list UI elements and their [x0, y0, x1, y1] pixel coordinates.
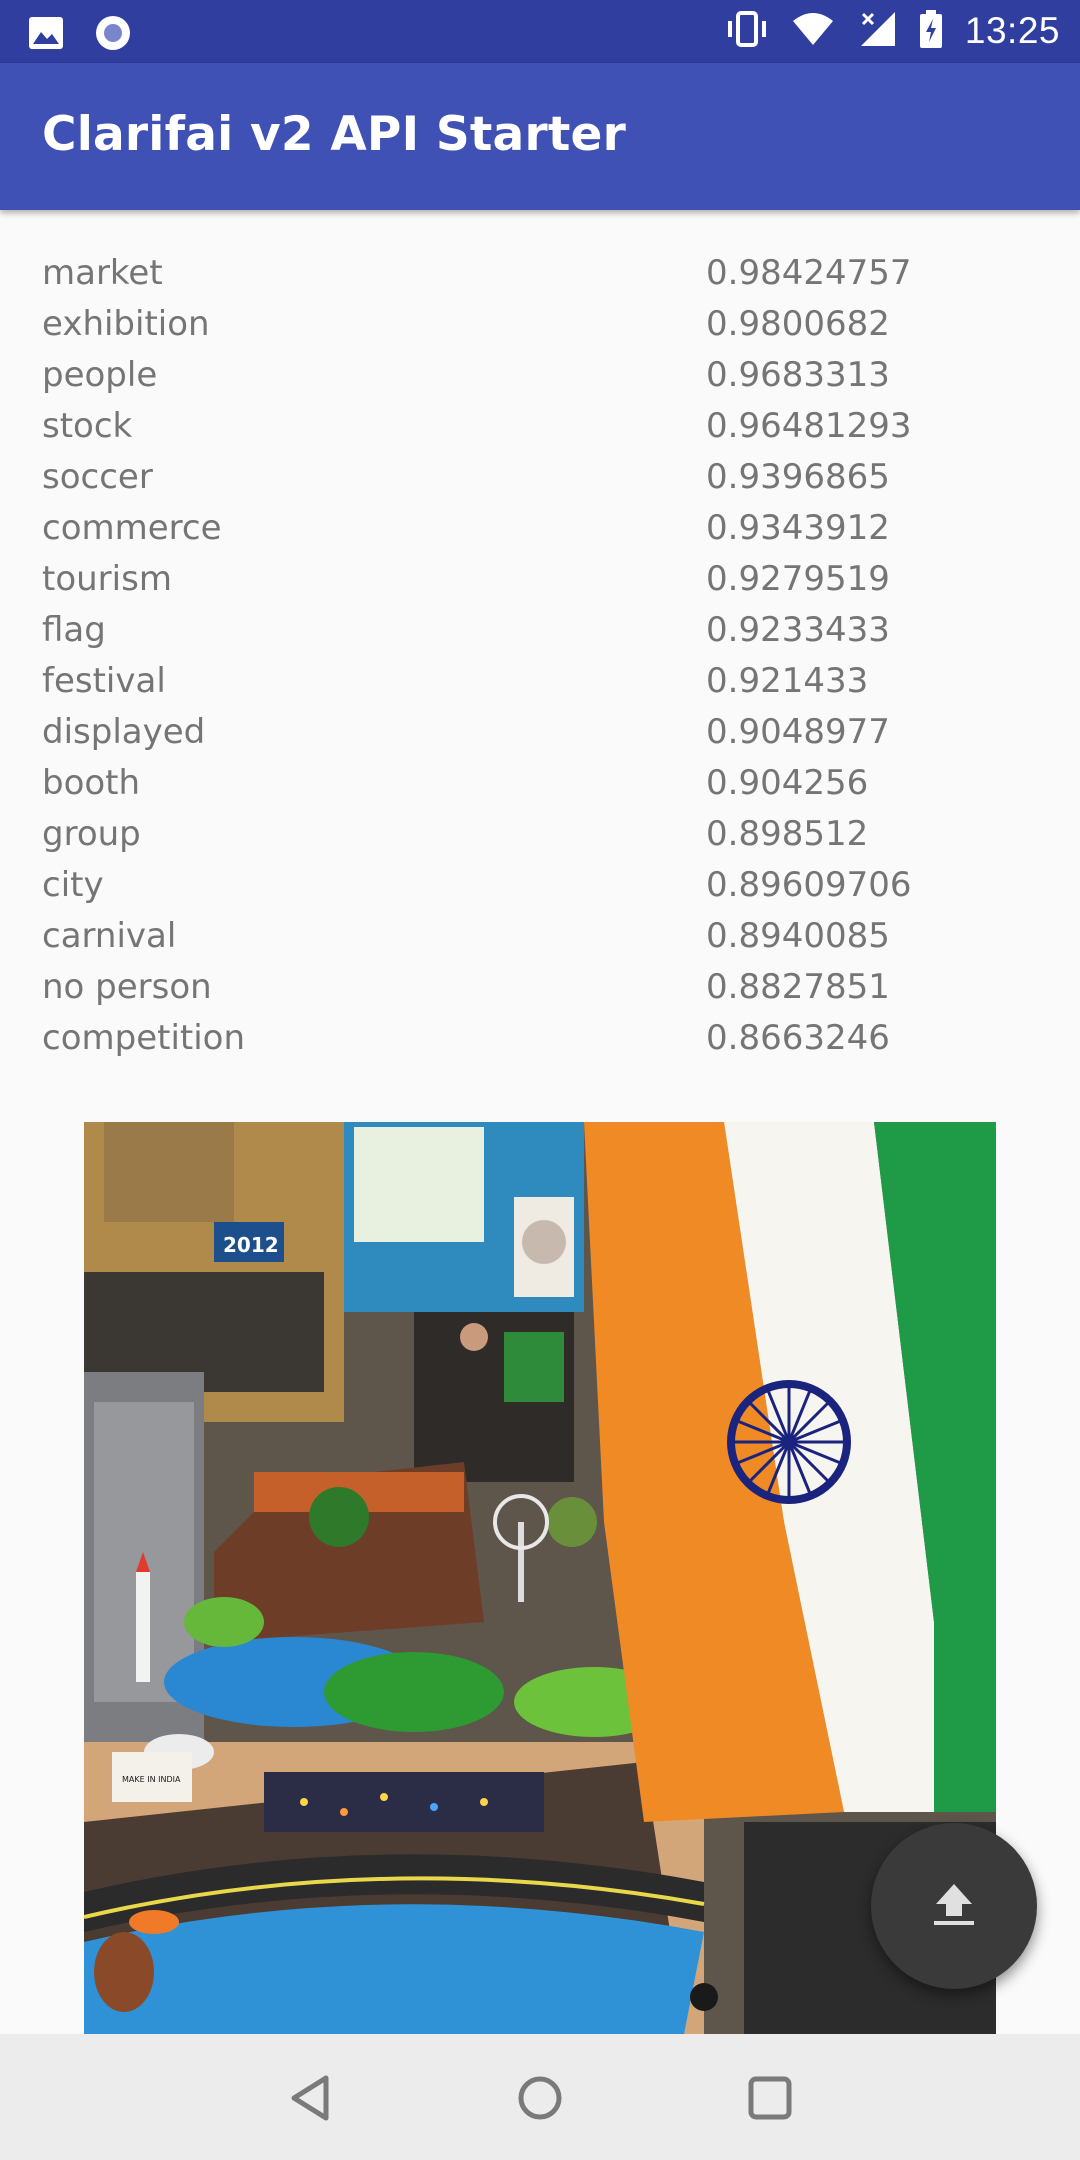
list-item: market 0.98424757 [0, 253, 1080, 304]
concept-score: 0.904256 [706, 763, 869, 803]
list-item: tourism 0.9279519 [0, 559, 1080, 610]
status-time: 13:25 [964, 10, 1060, 51]
app-bar: Clarifai v2 API Starter [0, 63, 1080, 210]
upload-icon [926, 1876, 982, 1936]
concept-score: 0.89609706 [706, 865, 912, 905]
app-title: Clarifai v2 API Starter [42, 107, 626, 162]
concept-score: 0.9343912 [706, 508, 890, 548]
concept-score: 0.8827851 [706, 967, 890, 1007]
back-button[interactable] [282, 2072, 338, 2128]
concept-score: 0.8663246 [706, 1018, 890, 1058]
concept-label: tourism [42, 559, 172, 599]
concept-score: 0.8940085 [706, 916, 890, 956]
concept-label: group [42, 814, 141, 854]
results-list: market 0.98424757 exhibition 0.9800682 p… [0, 253, 1080, 1069]
back-icon [288, 2074, 332, 2126]
list-item: city 0.89609706 [0, 865, 1080, 916]
poster-2012-text: 2012 [223, 1233, 279, 1257]
navigation-bar [0, 2034, 1080, 2160]
image-icon [28, 16, 64, 54]
list-item: flag 0.9233433 [0, 610, 1080, 661]
wifi-icon [791, 11, 835, 51]
make-in-india-text: MAKE IN INDIA [122, 1775, 181, 1784]
concept-score: 0.9683313 [706, 355, 890, 395]
concept-label: exhibition [42, 304, 210, 344]
concept-score: 0.898512 [706, 814, 869, 854]
concept-label: competition [42, 1018, 246, 1058]
concept-label: flag [42, 610, 106, 650]
concept-label: no person [42, 967, 212, 1007]
concept-label: booth [42, 763, 141, 803]
list-item: displayed 0.9048977 [0, 712, 1080, 763]
list-item: stock 0.96481293 [0, 406, 1080, 457]
concept-label: stock [42, 406, 133, 446]
concept-label: people [42, 355, 158, 395]
upload-button[interactable] [871, 1823, 1037, 1989]
list-item: exhibition 0.9800682 [0, 304, 1080, 355]
battery-icon [919, 9, 943, 53]
concept-label: city [42, 865, 104, 905]
recents-button[interactable] [742, 2072, 798, 2128]
signal-icon [857, 10, 897, 52]
home-button[interactable] [512, 2072, 568, 2128]
concept-label: market [42, 253, 163, 293]
concept-score: 0.9048977 [706, 712, 890, 752]
concept-score: 0.9233433 [706, 610, 890, 650]
list-item: festival 0.921433 [0, 661, 1080, 712]
concept-score: 0.9396865 [706, 457, 890, 497]
concept-label: festival [42, 661, 166, 701]
recents-icon [747, 2075, 793, 2125]
list-item: soccer 0.9396865 [0, 457, 1080, 508]
concept-label: displayed [42, 712, 206, 752]
concept-label: commerce [42, 508, 222, 548]
status-bar: 13:25 [0, 0, 1080, 63]
concept-label: soccer [42, 457, 153, 497]
list-item: group 0.898512 [0, 814, 1080, 865]
home-icon [516, 2074, 564, 2126]
analyzed-photo: 2012 MAKE IN INDIA [84, 1122, 996, 2034]
record-icon [94, 14, 132, 56]
list-item: competition 0.8663246 [0, 1018, 1080, 1069]
concept-score: 0.921433 [706, 661, 869, 701]
list-item: people 0.9683313 [0, 355, 1080, 406]
list-item: no person 0.8827851 [0, 967, 1080, 1018]
list-item: booth 0.904256 [0, 763, 1080, 814]
list-item: commerce 0.9343912 [0, 508, 1080, 559]
concept-label: carnival [42, 916, 177, 956]
concept-score: 0.96481293 [706, 406, 912, 446]
list-item: carnival 0.8940085 [0, 916, 1080, 967]
concept-score: 0.98424757 [706, 253, 912, 293]
ashoka-chakra-icon [727, 1380, 851, 1504]
concept-score: 0.9279519 [706, 559, 890, 599]
vibrate-icon [725, 10, 769, 52]
concept-score: 0.9800682 [706, 304, 890, 344]
